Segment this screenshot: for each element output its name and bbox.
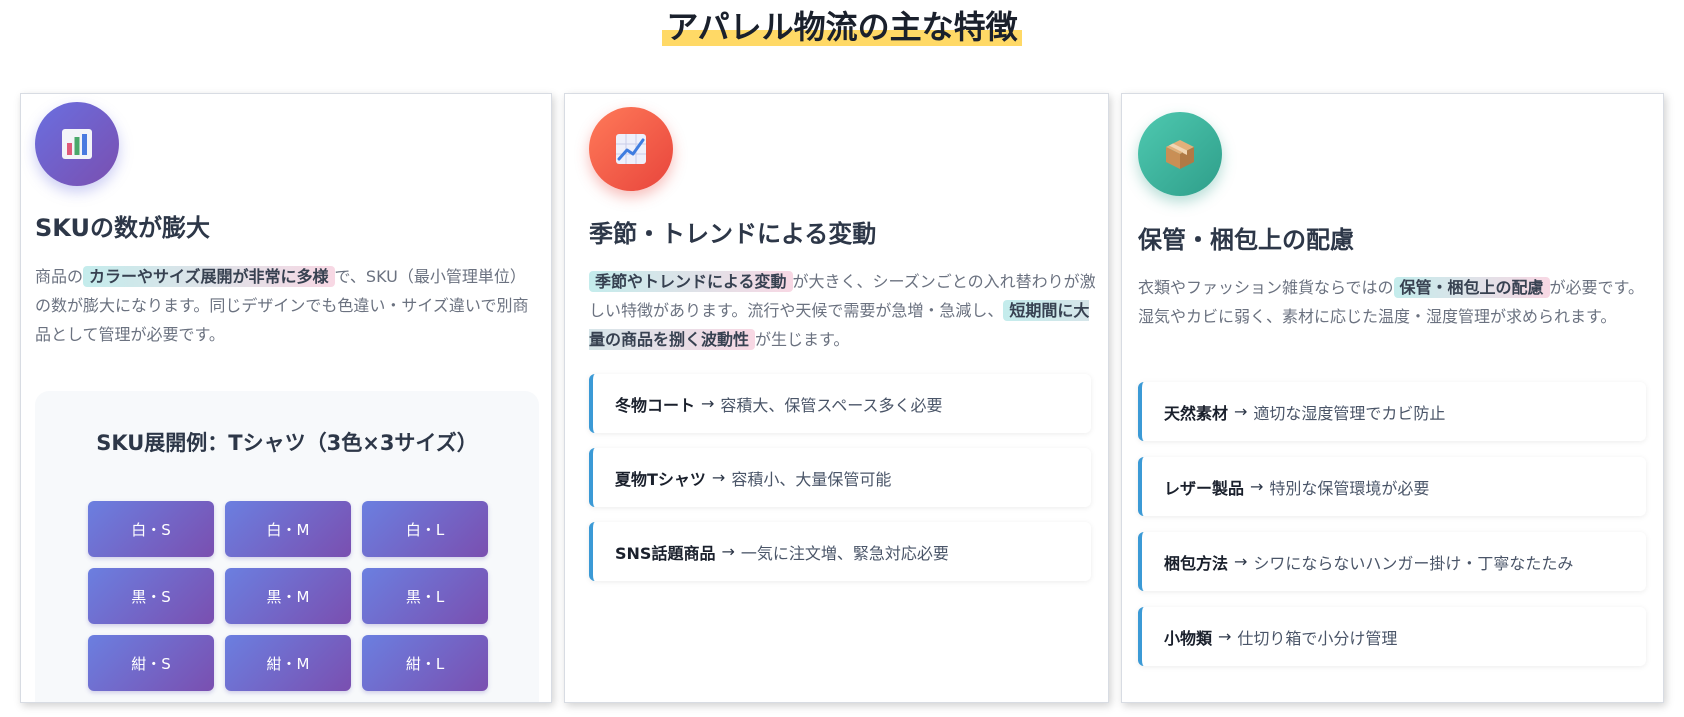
page-title-text: アパレル物流の主な特徴: [662, 8, 1022, 46]
point-label: 梱包方法: [1164, 553, 1229, 573]
list-item: 冬物コート → 容積大、保管スペース多く必要: [589, 374, 1091, 433]
point-label: 天然素材: [1164, 403, 1229, 423]
desc-text: 衣類やファッション雑貨ならではの: [1138, 278, 1394, 297]
point-text: 仕切り箱で小分け管理: [1237, 628, 1398, 648]
point-text: 容積大、保管スペース多く必要: [720, 395, 943, 415]
list-item: SNS話題商品 → 一気に注文増、緊急対応必要: [589, 522, 1091, 581]
point-label: 小物類: [1164, 628, 1213, 648]
sku-cell: 黒・S: [88, 568, 214, 624]
desc-highlight: カラーやサイズ展開が非常に多様: [83, 266, 335, 287]
point-label: SNS話題商品: [615, 543, 716, 563]
list-item: レザー製品 → 特別な保管環境が必要: [1138, 457, 1646, 516]
sku-cell: 白・L: [362, 501, 488, 557]
card-description: 衣類やファッション雑貨ならではの 保管・梱包上の配慮 が必要です。湿気やカビに弱く、…: [1138, 273, 1650, 331]
package-icon: [1138, 112, 1222, 196]
arrow-icon: →: [701, 394, 715, 413]
list-item: 夏物Tシャツ → 容積小、大量保管可能: [589, 448, 1091, 507]
arrow-icon: →: [1250, 477, 1264, 496]
arrow-icon: →: [1218, 627, 1232, 646]
card-description: 商品の カラーやサイズ展開が非常に多様 で、SKU（最小管理単位）の数が膨大になりま…: [35, 262, 539, 349]
card-heading: 保管・梱包上の配慮: [1138, 226, 1354, 254]
desc-text: が生じます。: [755, 330, 850, 349]
list-item: 小物類 → 仕切り箱で小分け管理: [1138, 607, 1646, 666]
list-item: 梱包方法 → シワにならないハンガー掛け・丁寧なたたみ: [1138, 532, 1646, 591]
sku-cell: 黒・M: [225, 568, 351, 624]
sku-cell: 黒・L: [362, 568, 488, 624]
list-item: 天然素材 → 適切な湿度管理でカビ防止: [1138, 382, 1646, 441]
bar-chart-icon: [35, 102, 119, 186]
sku-cell: 白・M: [225, 501, 351, 557]
card-heading: 季節・トレンドによる変動: [589, 220, 877, 248]
point-label: レザー製品: [1164, 478, 1245, 498]
point-text: 特別な保管環境が必要: [1269, 478, 1430, 498]
trend-chart-icon: [589, 107, 673, 191]
card-heading: SKUの数が膨大: [35, 214, 210, 242]
sku-cell: 紺・M: [225, 635, 351, 691]
card-storage-packing: 保管・梱包上の配慮 衣類やファッション雑貨ならではの 保管・梱包上の配慮 が必要です…: [1121, 93, 1664, 703]
arrow-icon: →: [711, 468, 726, 487]
desc-highlight: 保管・梱包上の配慮: [1393, 277, 1550, 298]
point-list: 冬物コート → 容積大、保管スペース多く必要 夏物Tシャツ → 容積小、大量保管可能 S…: [589, 374, 1091, 596]
point-label: 冬物コート: [615, 395, 696, 415]
point-text: シワにならないハンガー掛け・丁寧なたたみ: [1253, 553, 1574, 573]
desc-highlight: 季節やトレンドによる変動: [589, 271, 793, 292]
page-title: アパレル物流の主な特徴: [0, 2, 1684, 48]
sku-grid: 白・S 白・M 白・L 黒・S 黒・M 黒・L 紺・S 紺・M 紺・L: [88, 501, 488, 691]
arrow-icon: →: [1234, 402, 1248, 421]
point-text: 容積小、大量保管可能: [731, 469, 892, 489]
sku-cell: 紺・S: [88, 635, 214, 691]
sku-cell: 白・S: [88, 501, 214, 557]
point-text: 一気に注文増、緊急対応必要: [740, 543, 949, 563]
card-seasonal-trend: 季節・トレンドによる変動 季節やトレンドによる変動 が大きく、シーズンごとの入れ替…: [564, 93, 1109, 703]
arrow-icon: →: [1234, 552, 1248, 571]
card-description: 季節やトレンドによる変動 が大きく、シーズンごとの入れ替わりが激しい特徴があります…: [589, 267, 1099, 354]
point-text: 適切な湿度管理でカビ防止: [1253, 403, 1446, 423]
card-sku-volume: SKUの数が膨大 商品の カラーやサイズ展開が非常に多様 で、SKU（最小管理単位）…: [20, 93, 552, 703]
point-label: 夏物Tシャツ: [615, 469, 706, 489]
point-list: 天然素材 → 適切な湿度管理でカビ防止 レザー製品 → 特別な保管環境が必要 梱包方法 →…: [1138, 382, 1646, 682]
desc-text: 商品の: [35, 267, 84, 286]
arrow-icon: →: [721, 542, 735, 561]
sku-cell: 紺・L: [362, 635, 488, 691]
sku-example-title: SKU展開例：Tシャツ（3色×3サイズ）: [96, 431, 478, 455]
sku-example-panel: SKU展開例：Tシャツ（3色×3サイズ） 白・S 白・M 白・L 黒・S 黒・M…: [35, 391, 539, 702]
